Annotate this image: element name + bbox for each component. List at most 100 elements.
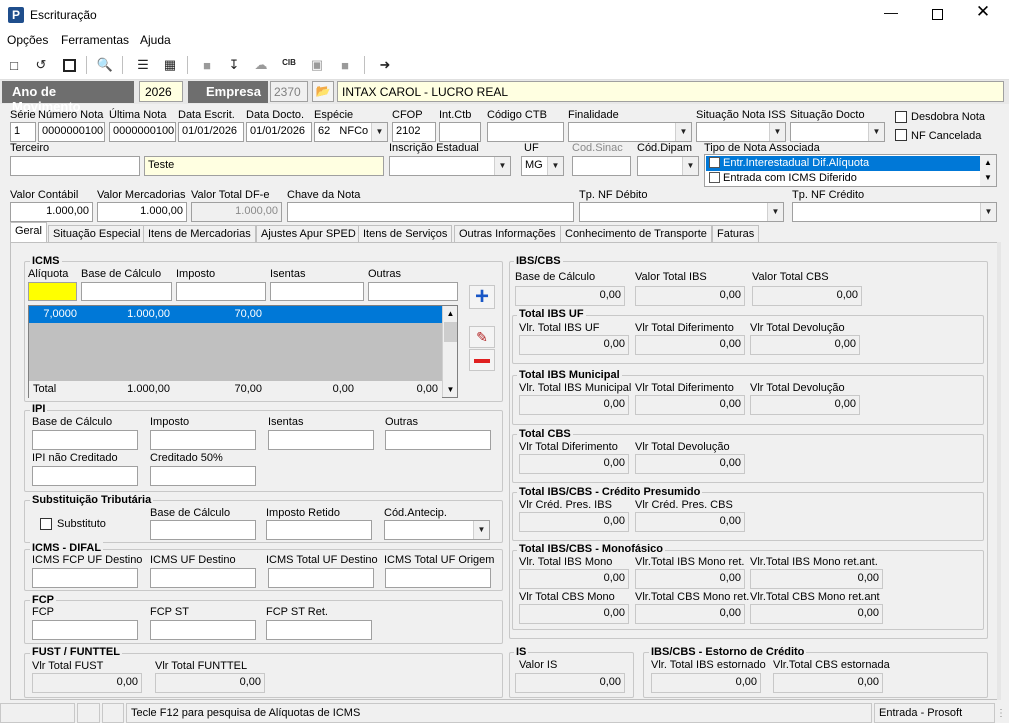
- uf-select[interactable]: MG ▼: [521, 156, 564, 176]
- preview-icon[interactable]: 🔍: [96, 56, 114, 74]
- resize-grip-icon[interactable]: ⋮: [996, 708, 1006, 719]
- empresa-code-field[interactable]: 2370: [270, 81, 308, 102]
- tp-nf-credito-select[interactable]: ▼: [792, 202, 997, 222]
- cib-icon[interactable]: CIB: [280, 53, 298, 71]
- table-row[interactable]: 7,0000 1.000,00 70,00: [29, 306, 442, 323]
- especie-select[interactable]: 62 NFCo ▼: [314, 122, 388, 142]
- ibs-uf-diferimento-input[interactable]: 0,00: [635, 335, 745, 355]
- cbs-devolucao-input[interactable]: 0,00: [635, 454, 745, 474]
- checkbox[interactable]: [709, 172, 720, 183]
- tab-faturas[interactable]: Faturas: [712, 225, 760, 243]
- icms-grid[interactable]: 7,0000 1.000,00 70,00 Total 1.000,00 70,…: [28, 305, 458, 398]
- outras-input[interactable]: [368, 282, 458, 301]
- ipi-base-input[interactable]: [32, 430, 138, 450]
- tab-situacao-especial[interactable]: Situação Especial: [48, 225, 146, 243]
- grid-scrollbar[interactable]: ▲ ▼: [442, 306, 457, 397]
- checkbox[interactable]: [709, 157, 720, 168]
- chevron-down-icon[interactable]: ▼: [767, 203, 783, 221]
- cred-pres-cbs-input[interactable]: 0,00: [635, 512, 745, 532]
- isentas-input[interactable]: [270, 282, 364, 301]
- list-item[interactable]: Entrada com ICMS Diferido: [706, 171, 980, 186]
- desdobra-nota-checkbox[interactable]: [895, 111, 907, 123]
- difal-fcp-uf-destino-input[interactable]: [32, 568, 138, 588]
- difal-uf-destino-input[interactable]: [150, 568, 256, 588]
- close-button[interactable]: ✕: [968, 2, 998, 24]
- ibs-mono-ret-ant-input[interactable]: 0,00: [750, 569, 883, 589]
- calculator-icon[interactable]: ▦: [161, 56, 179, 74]
- panel-icon[interactable]: ▣: [308, 56, 326, 74]
- st-imposto-retido-input[interactable]: [266, 520, 372, 540]
- cbs-diferimento-input[interactable]: 0,00: [519, 454, 629, 474]
- save-icon[interactable]: [60, 56, 78, 74]
- ibs-mun-devolucao-input[interactable]: 0,00: [750, 395, 860, 415]
- tab-conhecimento-transporte[interactable]: Conhecimento de Transporte: [560, 225, 712, 243]
- new-document-icon[interactable]: □: [5, 56, 23, 74]
- ano-field[interactable]: 2026: [139, 81, 183, 102]
- chevron-down-icon[interactable]: ▼: [371, 123, 387, 141]
- box-icon[interactable]: ■: [336, 56, 354, 74]
- tab-outras-informacoes[interactable]: Outras Informações: [454, 225, 561, 243]
- cbs-mono-input[interactable]: 0,00: [519, 604, 629, 624]
- list-item-selected[interactable]: Entr.Interestadual Dif.Alíquota: [706, 156, 980, 171]
- ibs-mono-input[interactable]: 0,00: [519, 569, 629, 589]
- inscricao-estadual-select[interactable]: ▼: [389, 156, 511, 176]
- exit-icon[interactable]: ➜: [376, 56, 394, 74]
- int-ctb-input[interactable]: [439, 122, 481, 142]
- minimize-button[interactable]: —: [876, 4, 906, 26]
- cfop-input[interactable]: 2102: [392, 122, 436, 142]
- ibs-mun-total-input[interactable]: 0,00: [519, 395, 629, 415]
- chevron-down-icon[interactable]: ▼: [473, 521, 489, 539]
- ibscbs-base-input[interactable]: 0,00: [515, 286, 625, 306]
- tab-itens-mercadorias[interactable]: Itens de Mercadorias: [143, 225, 256, 243]
- valor-is-input[interactable]: 0,00: [515, 673, 625, 693]
- cod-sinac-input[interactable]: [572, 156, 631, 176]
- menu-ajuda[interactable]: Ajuda: [140, 33, 171, 47]
- chevron-down-icon[interactable]: ▼: [494, 157, 510, 175]
- tab-ajustes-apur-sped[interactable]: Ajustes Apur SPED: [256, 225, 361, 243]
- ipi-nao-creditado-input[interactable]: [32, 466, 138, 486]
- list-scrollbar[interactable]: ▲ ▼: [980, 155, 996, 186]
- scroll-down-icon[interactable]: ▼: [443, 382, 458, 397]
- cloud-icon[interactable]: ☁: [252, 56, 270, 74]
- tab-itens-servicos[interactable]: Itens de Serviços: [358, 225, 453, 243]
- valor-total-ibs-input[interactable]: 0,00: [635, 286, 745, 306]
- add-icon[interactable]: +: [469, 285, 495, 309]
- ibs-mono-ret-input[interactable]: 0,00: [635, 569, 745, 589]
- situacao-docto-select[interactable]: ▼: [790, 122, 885, 142]
- fcp-input[interactable]: [32, 620, 138, 640]
- scroll-up-icon[interactable]: ▲: [443, 306, 458, 321]
- cod-dipam-select[interactable]: ▼: [637, 156, 699, 176]
- cube-icon[interactable]: ■: [198, 56, 216, 74]
- edit-icon[interactable]: ✎: [469, 326, 495, 348]
- serie-input[interactable]: 1: [10, 122, 36, 142]
- chave-nota-input[interactable]: [287, 202, 574, 222]
- data-docto-input[interactable]: 01/01/2026: [246, 122, 312, 142]
- ibs-uf-total-input[interactable]: 0,00: [519, 335, 629, 355]
- maximize-button[interactable]: [922, 4, 952, 26]
- ibs-estornado-input[interactable]: 0,00: [651, 673, 761, 693]
- folder-icon[interactable]: 📂: [312, 81, 334, 102]
- ibs-uf-devolucao-input[interactable]: 0,00: [750, 335, 860, 355]
- tab-geral[interactable]: Geral: [10, 222, 47, 244]
- terceiro-code-input[interactable]: [10, 156, 140, 176]
- fust-input[interactable]: 0,00: [32, 673, 142, 693]
- base-calculo-input[interactable]: [81, 282, 172, 301]
- tree-icon[interactable]: ☰: [134, 56, 152, 74]
- nf-cancelada-checkbox[interactable]: [895, 129, 907, 141]
- cbs-mono-ret-input[interactable]: 0,00: [635, 604, 745, 624]
- chevron-down-icon[interactable]: ▼: [682, 157, 698, 175]
- ipi-outras-input[interactable]: [385, 430, 491, 450]
- ultima-nota-input[interactable]: 0000000100: [109, 122, 176, 142]
- tipo-nota-associada-list[interactable]: Entr.Interestadual Dif.Alíquota Entrada …: [704, 154, 997, 187]
- menu-opcoes[interactable]: Opções: [7, 33, 48, 47]
- codigo-ctb-input[interactable]: [487, 122, 564, 142]
- valor-contabil-input[interactable]: 1.000,00: [10, 202, 93, 222]
- cbs-mono-ret-ant-input[interactable]: 0,00: [750, 604, 883, 624]
- ipi-isentas-input[interactable]: [268, 430, 374, 450]
- imposto-input[interactable]: [176, 282, 266, 301]
- st-base-input[interactable]: [150, 520, 256, 540]
- valor-mercadorias-input[interactable]: 1.000,00: [97, 202, 187, 222]
- valor-total-cbs-input[interactable]: 0,00: [752, 286, 862, 306]
- ipi-imposto-input[interactable]: [150, 430, 256, 450]
- situacao-nota-iss-select[interactable]: ▼: [696, 122, 786, 142]
